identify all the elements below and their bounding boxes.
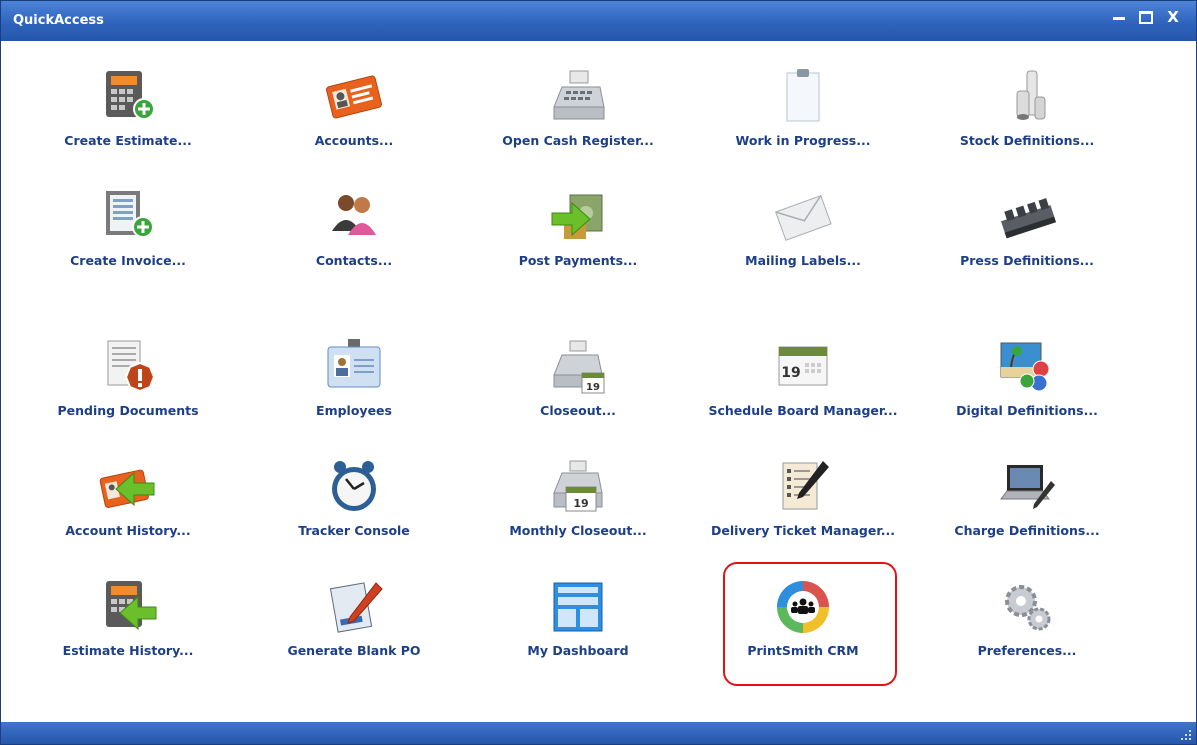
digital-media-icon bbox=[1000, 342, 1050, 392]
paper-rolls-icon bbox=[1016, 70, 1046, 120]
tile-label: Contacts... bbox=[315, 253, 393, 268]
tile-press-definitions[interactable]: Press Definitions... bbox=[927, 187, 1127, 287]
tile-label: Mailing Labels... bbox=[745, 253, 861, 268]
tile-label: Generate Blank PO bbox=[287, 643, 421, 658]
tile-digital-definitions[interactable]: Digital Definitions... bbox=[927, 337, 1127, 437]
tile-accounts[interactable]: Accounts... bbox=[254, 67, 454, 167]
invoice-add-icon bbox=[106, 191, 154, 238]
tile-post-payments[interactable]: Post Payments... bbox=[478, 187, 678, 287]
dashboard-icon bbox=[553, 582, 603, 632]
tile-stock-definitions[interactable]: Stock Definitions... bbox=[927, 67, 1127, 167]
tile-label: Open Cash Register... bbox=[502, 133, 654, 148]
tile-open-cash-register[interactable]: Open Cash Register... bbox=[478, 67, 678, 167]
employee-badge-icon bbox=[327, 339, 381, 388]
tile-closeout[interactable]: 19 Closeout... bbox=[478, 337, 678, 437]
svg-text:19: 19 bbox=[586, 382, 600, 393]
gears-icon bbox=[1005, 585, 1051, 631]
tile-pending-documents[interactable]: Pending Documents bbox=[28, 337, 228, 437]
payment-arrow-icon bbox=[551, 194, 603, 239]
tile-label: Create Estimate... bbox=[64, 133, 192, 148]
tile-monthly-closeout[interactable]: 19 Monthly Closeout... bbox=[478, 457, 678, 557]
tile-schedule-board-manager[interactable]: 19 Schedule Board Manager... bbox=[703, 337, 903, 437]
tile-label: Closeout... bbox=[540, 403, 616, 418]
document-warning-icon bbox=[107, 340, 156, 393]
id-card-icon bbox=[326, 75, 382, 119]
tile-label: Digital Definitions... bbox=[956, 403, 1098, 418]
tile-work-in-progress[interactable]: Work in Progress... bbox=[703, 67, 903, 167]
minimize-icon bbox=[1113, 16, 1125, 20]
tile-label: Stock Definitions... bbox=[959, 133, 1095, 148]
tile-charge-definitions[interactable]: Charge Definitions... bbox=[927, 457, 1127, 557]
window-controls: X bbox=[1110, 8, 1182, 26]
title-bar[interactable]: QuickAccess X bbox=[1, 1, 1196, 41]
tile-label: Employees bbox=[316, 403, 392, 418]
tile-label: Schedule Board Manager... bbox=[708, 403, 898, 418]
tile-generate-blank-po[interactable]: Generate Blank PO bbox=[254, 577, 454, 677]
tile-label: Post Payments... bbox=[518, 253, 638, 268]
close-icon: X bbox=[1167, 7, 1179, 26]
tile-label: Work in Progress... bbox=[735, 133, 871, 148]
tile-mailing-labels[interactable]: Mailing Labels... bbox=[703, 187, 903, 287]
cash-register-icon bbox=[553, 70, 605, 120]
tile-label: Create Invoice... bbox=[70, 253, 186, 268]
tile-label: Preferences... bbox=[977, 643, 1077, 658]
close-button[interactable]: X bbox=[1164, 8, 1182, 26]
tile-preferences[interactable]: Preferences... bbox=[927, 577, 1127, 677]
tile-label: Account History... bbox=[65, 523, 191, 538]
svg-text:19: 19 bbox=[781, 365, 800, 381]
tile-employees[interactable]: Employees bbox=[254, 337, 454, 437]
tile-label: Delivery Ticket Manager... bbox=[711, 523, 895, 538]
card-history-icon bbox=[99, 469, 155, 508]
quick-access-grid: Create Estimate... Accounts... Open Cash… bbox=[1, 41, 1196, 721]
register-month-icon: 19 bbox=[553, 460, 603, 512]
tile-delivery-ticket-manager[interactable]: Delivery Ticket Manager... bbox=[703, 457, 903, 557]
quickaccess-window: QuickAccess X Create Estimate... Account… bbox=[0, 0, 1197, 745]
minimize-button[interactable] bbox=[1110, 8, 1128, 26]
window-title: QuickAccess bbox=[13, 13, 104, 28]
calculator-history-icon bbox=[106, 581, 157, 631]
register-calendar-icon: 19 bbox=[553, 340, 605, 394]
checklist-pen-icon bbox=[782, 461, 829, 510]
maximize-icon bbox=[1139, 10, 1153, 24]
svg-text:19: 19 bbox=[573, 497, 588, 510]
tile-label: Monthly Closeout... bbox=[509, 523, 647, 538]
calculator-add-icon bbox=[106, 71, 155, 120]
tile-tracker-console[interactable]: Tracker Console bbox=[254, 457, 454, 557]
laptop-pen-icon bbox=[1000, 465, 1055, 509]
tile-estimate-history[interactable]: Estimate History... bbox=[28, 577, 228, 677]
maximize-button[interactable] bbox=[1137, 8, 1155, 26]
tile-account-history[interactable]: Account History... bbox=[28, 457, 228, 557]
tile-label: Estimate History... bbox=[62, 643, 194, 658]
alarm-clock-icon bbox=[332, 461, 376, 511]
calendar-icon: 19 bbox=[778, 346, 828, 386]
status-bar bbox=[1, 722, 1196, 744]
clipboard-icon bbox=[786, 69, 820, 122]
tile-label: Accounts... bbox=[314, 133, 394, 148]
tile-label: Charge Definitions... bbox=[954, 523, 1100, 538]
tile-my-dashboard[interactable]: My Dashboard bbox=[478, 577, 678, 677]
tile-label: My Dashboard bbox=[527, 643, 629, 658]
people-icon bbox=[332, 195, 376, 235]
printing-press-icon bbox=[1001, 198, 1057, 239]
tile-label: Pending Documents bbox=[57, 403, 199, 418]
tile-contacts[interactable]: Contacts... bbox=[254, 187, 454, 287]
tile-create-estimate[interactable]: Create Estimate... bbox=[28, 67, 228, 167]
tile-label: Press Definitions... bbox=[960, 253, 1094, 268]
tile-create-invoice[interactable]: Create Invoice... bbox=[28, 187, 228, 287]
crm-highlight-box bbox=[723, 562, 897, 686]
form-pen-icon bbox=[329, 582, 383, 633]
envelope-icon bbox=[775, 194, 832, 241]
resize-grip-icon[interactable] bbox=[1180, 729, 1192, 741]
tile-label: Tracker Console bbox=[298, 523, 410, 538]
